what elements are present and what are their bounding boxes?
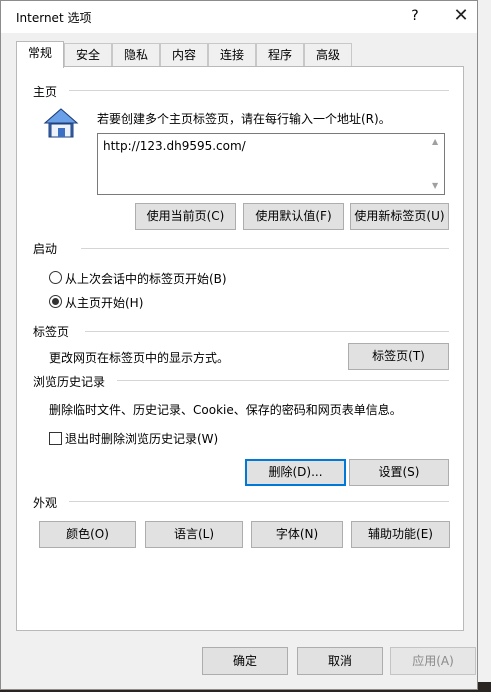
tabs-group-label: 标签页 xyxy=(33,325,70,339)
colors-button[interactable]: 颜色(O) xyxy=(39,521,136,548)
languages-button[interactable]: 语言(L) xyxy=(145,521,243,548)
home-icon xyxy=(43,108,79,138)
fonts-button[interactable]: 字体(N) xyxy=(251,521,343,548)
tab-content[interactable]: 内容 xyxy=(160,43,208,67)
tab-advanced[interactable]: 高级 xyxy=(304,43,352,67)
divider xyxy=(69,501,449,502)
internet-options-dialog: Internet 选项 ? ✕ 常规 安全 隐私 内容 连接 程序 高级 主页 … xyxy=(0,0,478,690)
homepage-group-label: 主页 xyxy=(33,85,58,99)
appearance-group-label: 外观 xyxy=(33,496,58,510)
use-new-tab-button[interactable]: 使用新标签页(U) xyxy=(350,203,449,230)
startup-home-page-radio[interactable] xyxy=(49,295,62,308)
apply-button[interactable]: 应用(A) xyxy=(390,647,476,675)
startup-last-session-label: 从上次会话中的标签页开始(B) xyxy=(65,272,227,286)
title-bar: Internet 选项 ? ✕ xyxy=(1,1,477,33)
close-icon[interactable]: ✕ xyxy=(447,3,475,29)
cancel-button[interactable]: 取消 xyxy=(297,647,383,675)
tab-privacy[interactable]: 隐私 xyxy=(112,43,160,67)
divider xyxy=(69,90,449,91)
startup-home-page-label: 从主页开始(H) xyxy=(65,296,144,310)
history-group-label: 浏览历史记录 xyxy=(33,375,106,389)
tab-security[interactable]: 安全 xyxy=(64,43,112,67)
help-button[interactable]: ? xyxy=(405,5,425,27)
divider xyxy=(117,380,449,381)
tab-general[interactable]: 常规 xyxy=(16,41,64,68)
homepage-url-text: http://123.dh9595.com/ xyxy=(103,139,246,153)
delete-on-exit-checkbox[interactable] xyxy=(49,432,62,445)
ok-button[interactable]: 确定 xyxy=(202,647,288,675)
delete-on-exit-label: 退出时删除浏览历史记录(W) xyxy=(65,432,219,446)
use-default-button[interactable]: 使用默认值(F) xyxy=(243,203,344,230)
accessibility-button[interactable]: 辅助功能(E) xyxy=(351,521,450,548)
tab-connections[interactable]: 连接 xyxy=(208,43,256,67)
delete-history-button[interactable]: 删除(D)... xyxy=(245,459,346,486)
url-scrollbar[interactable]: ▲ ▼ xyxy=(428,134,444,194)
divider xyxy=(81,248,449,249)
window-title: Internet 选项 xyxy=(16,11,92,25)
history-description: 删除临时文件、历史记录、Cookie、保存的密码和网页表单信息。 xyxy=(49,403,402,417)
history-settings-button[interactable]: 设置(S) xyxy=(349,459,449,486)
startup-last-session-radio[interactable] xyxy=(49,271,62,284)
use-current-page-button[interactable]: 使用当前页(C) xyxy=(135,203,236,230)
homepage-url-textarea[interactable]: http://123.dh9595.com/ ▲ ▼ xyxy=(97,133,445,195)
tabs-description: 更改网页在标签页中的显示方式。 xyxy=(49,351,230,365)
background-window-right xyxy=(476,0,491,692)
tab-programs[interactable]: 程序 xyxy=(256,43,304,67)
scroll-down-icon[interactable]: ▼ xyxy=(432,182,440,190)
scroll-up-icon[interactable]: ▲ xyxy=(432,138,440,146)
startup-group-label: 启动 xyxy=(33,242,58,256)
general-tab-panel: 主页 若要创建多个主页标签页，请在每行输入一个地址(R)。 http://123… xyxy=(16,66,464,631)
tabs-settings-button[interactable]: 标签页(T) xyxy=(348,343,449,370)
divider xyxy=(85,331,449,332)
homepage-description: 若要创建多个主页标签页，请在每行输入一个地址(R)。 xyxy=(97,112,391,126)
